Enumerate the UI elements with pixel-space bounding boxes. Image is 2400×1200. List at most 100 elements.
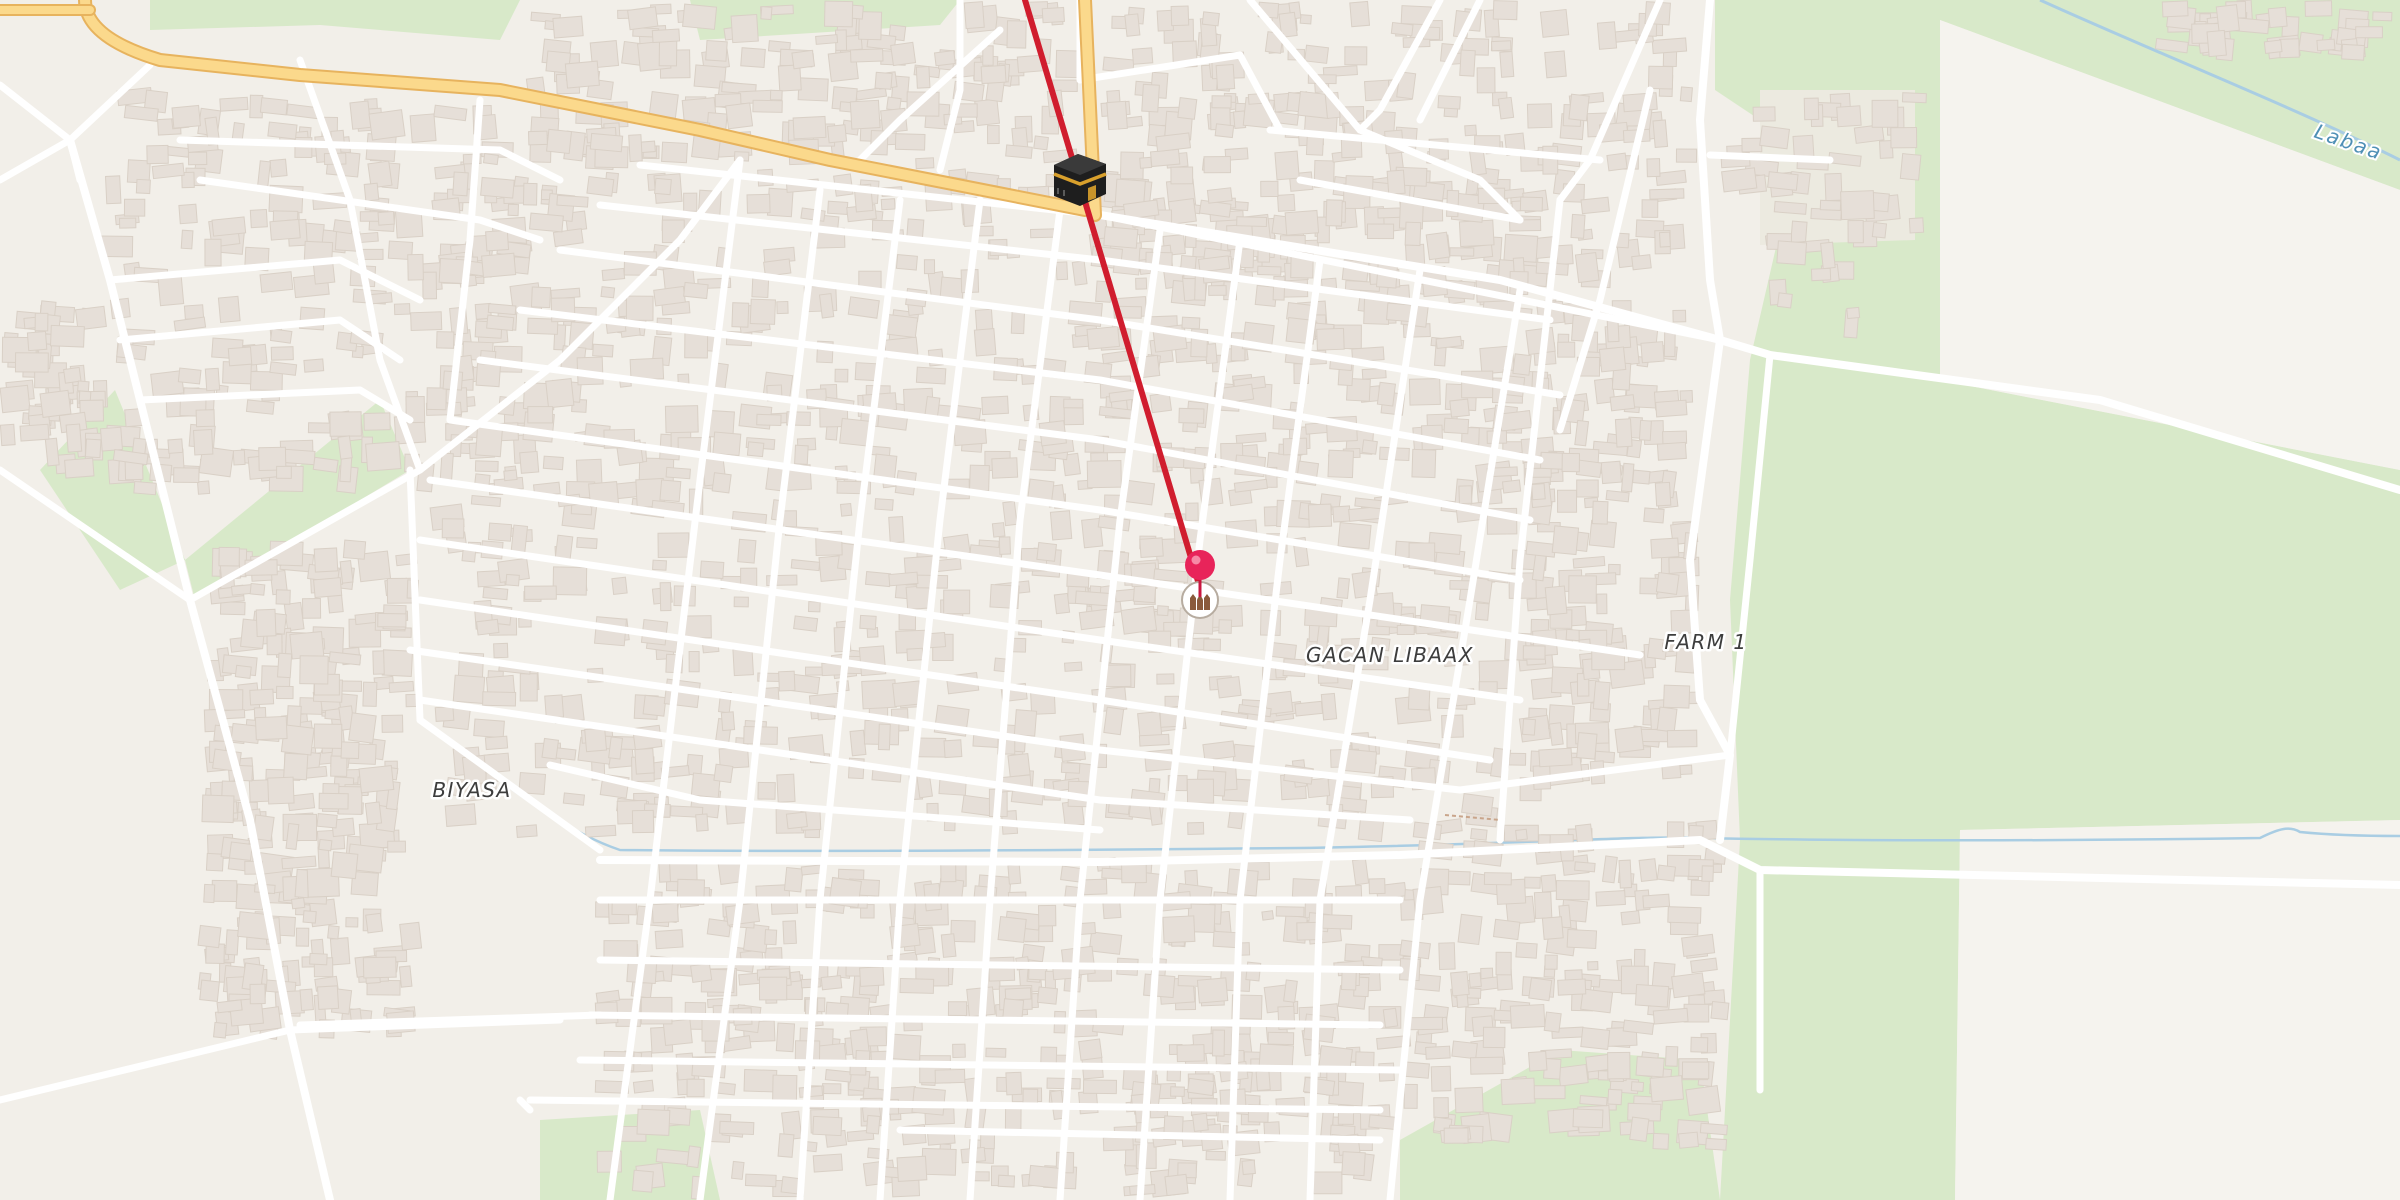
building bbox=[1587, 961, 1599, 971]
building bbox=[1614, 725, 1645, 754]
building bbox=[905, 585, 932, 611]
building bbox=[303, 358, 325, 373]
building bbox=[362, 956, 397, 979]
building bbox=[1007, 753, 1031, 778]
building bbox=[725, 102, 754, 130]
building bbox=[1579, 1095, 1608, 1107]
building bbox=[329, 937, 351, 966]
map-svg[interactable]: GACAN LIBAAX FARM 1 BIYASA Labaa bbox=[0, 0, 2400, 1200]
building bbox=[1202, 740, 1236, 761]
building bbox=[178, 203, 198, 225]
building bbox=[475, 618, 500, 636]
building bbox=[1382, 1007, 1399, 1029]
building bbox=[481, 252, 517, 278]
building bbox=[1443, 417, 1470, 435]
building bbox=[584, 727, 608, 753]
building bbox=[977, 225, 994, 237]
building bbox=[627, 6, 659, 31]
building bbox=[2355, 26, 2383, 39]
building bbox=[544, 694, 565, 719]
building bbox=[749, 298, 777, 325]
building bbox=[1721, 167, 1758, 193]
building bbox=[732, 647, 754, 677]
building bbox=[340, 741, 360, 760]
building bbox=[281, 855, 317, 870]
building bbox=[1205, 1150, 1227, 1161]
building bbox=[1620, 462, 1635, 493]
building bbox=[1036, 986, 1059, 1005]
building bbox=[524, 585, 557, 600]
building bbox=[1515, 942, 1538, 959]
building bbox=[1533, 1085, 1566, 1100]
building bbox=[892, 680, 923, 708]
building bbox=[636, 1108, 671, 1136]
building bbox=[276, 465, 292, 479]
building bbox=[1458, 219, 1495, 248]
building bbox=[1655, 399, 1688, 418]
building bbox=[947, 1001, 968, 1016]
building bbox=[399, 921, 423, 951]
building bbox=[1063, 885, 1079, 908]
building bbox=[1104, 664, 1132, 688]
building bbox=[39, 389, 72, 418]
building bbox=[1167, 197, 1197, 225]
building bbox=[777, 1133, 795, 1158]
street-farm-spur bbox=[1706, 151, 1834, 164]
building bbox=[1082, 1079, 1118, 1095]
building bbox=[834, 368, 849, 383]
building bbox=[1305, 134, 1325, 156]
building bbox=[601, 267, 626, 282]
building bbox=[923, 259, 936, 275]
building bbox=[309, 952, 328, 966]
building bbox=[980, 64, 1007, 85]
building bbox=[1899, 153, 1922, 181]
building bbox=[1186, 1077, 1215, 1097]
building bbox=[859, 966, 885, 987]
building bbox=[1004, 1105, 1022, 1133]
building bbox=[203, 883, 216, 904]
building bbox=[227, 346, 253, 367]
building bbox=[123, 198, 146, 217]
building bbox=[358, 765, 395, 794]
building bbox=[1450, 970, 1470, 997]
building bbox=[859, 614, 877, 630]
building bbox=[1557, 1063, 1589, 1087]
building bbox=[1690, 957, 1718, 974]
building bbox=[515, 824, 538, 839]
building bbox=[1276, 193, 1296, 212]
building bbox=[1492, 0, 1518, 21]
building bbox=[173, 467, 200, 484]
building bbox=[1408, 378, 1441, 406]
building bbox=[1651, 37, 1688, 55]
map-canvas[interactable]: GACAN LIBAAX FARM 1 BIYASA Labaa bbox=[0, 0, 2400, 1200]
building bbox=[939, 276, 965, 300]
building bbox=[542, 455, 564, 471]
building bbox=[482, 691, 517, 707]
building bbox=[1332, 505, 1351, 523]
building bbox=[259, 97, 289, 116]
building bbox=[407, 253, 424, 281]
building bbox=[283, 601, 305, 632]
building bbox=[1156, 673, 1175, 685]
building bbox=[797, 77, 829, 102]
building bbox=[661, 141, 688, 164]
building bbox=[482, 586, 509, 601]
building bbox=[1196, 977, 1229, 1004]
building bbox=[332, 219, 354, 235]
building bbox=[49, 324, 85, 348]
building bbox=[743, 1068, 778, 1093]
building bbox=[1649, 1075, 1685, 1103]
building bbox=[1360, 956, 1383, 968]
building bbox=[452, 674, 486, 704]
building bbox=[269, 361, 298, 376]
building bbox=[1218, 619, 1233, 634]
building bbox=[1227, 810, 1244, 830]
building bbox=[1566, 928, 1598, 950]
building bbox=[1572, 1108, 1604, 1129]
building bbox=[1435, 335, 1463, 349]
building bbox=[652, 559, 668, 571]
building bbox=[1690, 879, 1710, 896]
building bbox=[1438, 942, 1456, 971]
building bbox=[849, 48, 884, 63]
building bbox=[1139, 537, 1164, 558]
